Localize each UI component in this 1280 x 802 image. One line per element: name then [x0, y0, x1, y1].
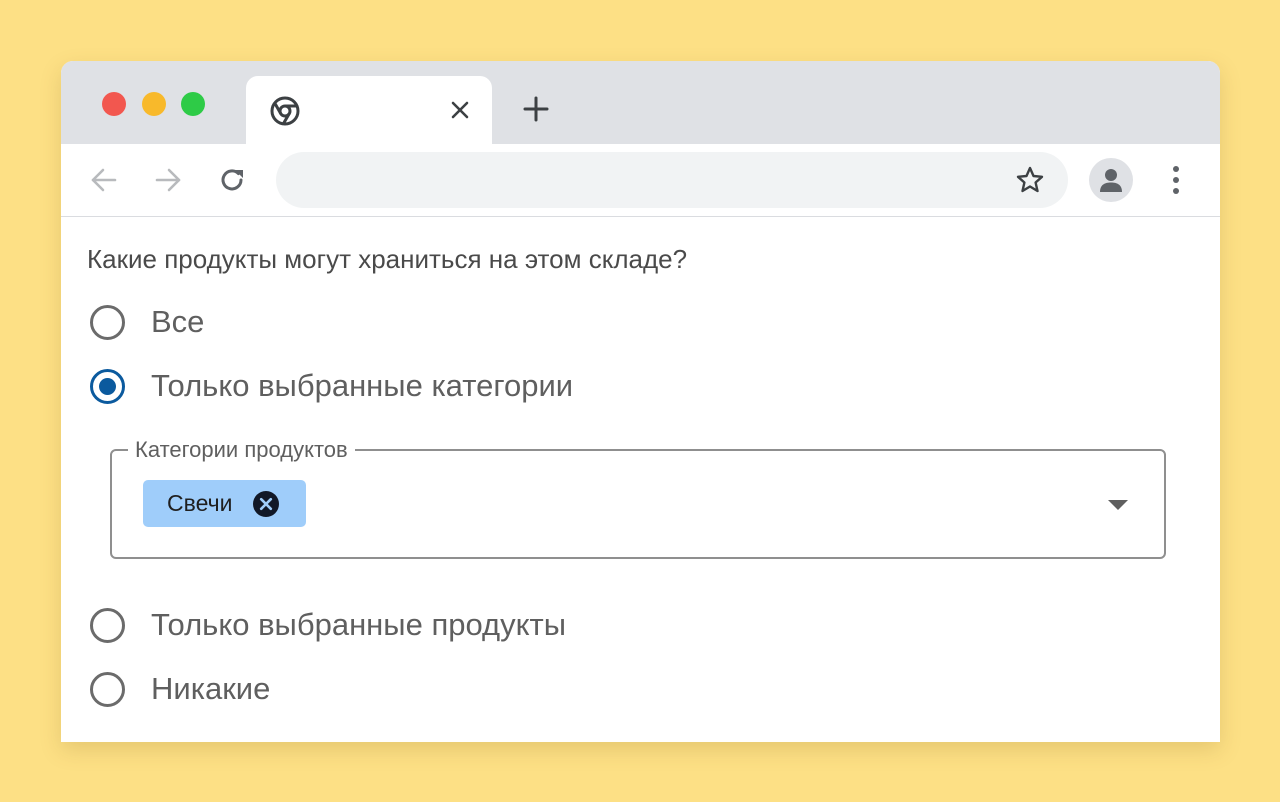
question-text: Какие продукты могут храниться на этом с…	[87, 244, 688, 274]
plus-icon[interactable]	[519, 92, 553, 126]
category-chip[interactable]: Свечи	[143, 480, 307, 527]
radio-button[interactable]	[90, 607, 125, 643]
maximize-window-button[interactable]	[181, 92, 205, 116]
star-outline-icon[interactable]	[1014, 164, 1046, 196]
browser-toolbar	[61, 144, 1220, 217]
radio-button[interactable]	[90, 304, 125, 340]
person-icon[interactable]	[1089, 158, 1133, 202]
close-window-button[interactable]	[102, 92, 126, 116]
radio-option-all[interactable]: Все	[90, 302, 204, 342]
radio-label: Только выбранные продукты	[151, 607, 567, 642]
radio-button-checked[interactable]	[90, 368, 125, 404]
radio-option-none[interactable]: Никакие	[90, 669, 270, 709]
chrome-icon	[270, 96, 300, 126]
radio-label: Только выбранные категории	[151, 368, 574, 403]
categories-select-field[interactable]: Категории продуктов Свечи	[110, 437, 1166, 559]
radio-button[interactable]	[90, 671, 125, 707]
field-legend: Категории продуктов	[128, 437, 355, 463]
address-bar[interactable]	[276, 152, 1068, 208]
more-vertical-icon[interactable]	[1161, 164, 1191, 196]
page-content: Какие продукты могут храниться на этом с…	[61, 217, 1220, 742]
browser-tab[interactable]	[246, 76, 492, 144]
reload-icon[interactable]	[216, 164, 248, 196]
tab-strip	[61, 61, 1220, 144]
close-icon[interactable]	[446, 96, 474, 124]
radio-label: Никакие	[151, 671, 271, 706]
radio-option-selected-categories[interactable]: Только выбранные категории	[90, 366, 573, 406]
browser-window: Какие продукты могут храниться на этом с…	[61, 61, 1220, 742]
radio-option-selected-products[interactable]: Только выбранные продукты	[90, 605, 566, 645]
chip-label: Свечи	[167, 490, 233, 516]
arrow-right-icon[interactable]	[152, 164, 184, 196]
caret-down-icon[interactable]	[1104, 491, 1132, 519]
radio-label: Все	[151, 304, 205, 339]
close-circle-icon[interactable]	[252, 490, 280, 518]
arrow-left-icon[interactable]	[88, 164, 120, 196]
minimize-window-button[interactable]	[142, 92, 166, 116]
